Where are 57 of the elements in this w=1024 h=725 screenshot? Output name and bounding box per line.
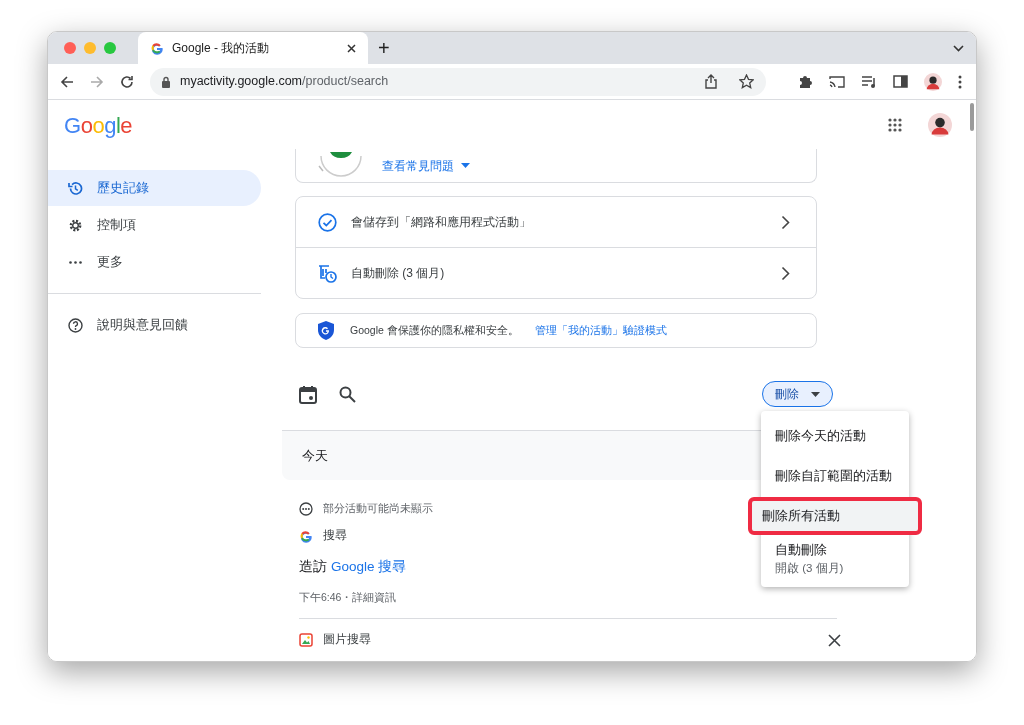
reload-icon[interactable] (120, 74, 134, 89)
chevron-down-icon[interactable] (953, 44, 964, 52)
settings-row[interactable]: 會儲存到「網路和應用程式活動」 (296, 197, 816, 247)
star-icon[interactable] (739, 74, 754, 89)
google-g-icon (299, 528, 313, 543)
close-icon[interactable] (347, 43, 356, 53)
share-icon[interactable] (705, 74, 717, 89)
notice-text: 部分活動可能尚未顯示 (323, 500, 433, 516)
apps-grid-icon[interactable] (888, 118, 902, 132)
close-icon[interactable] (828, 633, 841, 647)
day-heading: 今天 (302, 446, 328, 465)
help-icon (68, 317, 83, 333)
product-label: 圖片搜尋 (323, 632, 372, 648)
privacy-text: Google 會保護你的隱私權和安全。 (350, 322, 519, 338)
calendar-icon[interactable] (299, 384, 317, 404)
activity-link[interactable]: Google 搜尋 (331, 556, 407, 578)
media-queue-icon[interactable] (861, 75, 877, 88)
manage-link[interactable]: 管理「我的活動」驗證模式 (534, 322, 667, 339)
chevron-right-icon (781, 265, 790, 281)
history-icon (68, 180, 83, 196)
caret-icon (461, 163, 470, 168)
menu-item[interactable]: 自動刪除 開啟 (3 個月) (761, 537, 909, 581)
trash-clock-icon (317, 263, 337, 283)
more-circle-icon (299, 501, 313, 516)
faq-link[interactable]: 查看常見問題 (382, 156, 470, 175)
check-circle-icon (317, 212, 337, 232)
menu-item[interactable]: 刪除自訂範圍的活動 (761, 457, 909, 495)
account-avatar-icon[interactable] (928, 113, 952, 137)
product-label: 搜尋 (323, 527, 347, 543)
delete-button[interactable]: 刪除 (762, 381, 833, 407)
side-panel-icon[interactable] (893, 75, 908, 88)
shield-icon (318, 321, 334, 340)
chevron-right-icon (781, 214, 790, 230)
back-icon[interactable] (60, 74, 74, 89)
sidebar-item[interactable]: 歷史記錄 (48, 170, 261, 206)
google-logo[interactable]: Google (64, 108, 132, 142)
search-icon[interactable] (339, 385, 356, 403)
tab-title: Google - 我的活動 (172, 40, 271, 57)
browser-tab[interactable]: Google - 我的活動 (138, 32, 368, 64)
menu-item[interactable]: 刪除所有活動 (748, 497, 922, 535)
avatar-icon[interactable] (924, 72, 942, 91)
favicon-icon[interactable] (150, 41, 164, 55)
scrollbar-thumb[interactable] (970, 103, 974, 131)
menu-icon[interactable] (958, 74, 962, 89)
image-icon (299, 633, 313, 647)
cast-icon[interactable] (829, 74, 845, 89)
settings-row[interactable]: 自動刪除 (3 個月) (296, 248, 816, 298)
address-bar[interactable]: myactivity.google.com/product/search (150, 67, 766, 96)
new-tab-button[interactable]: + (378, 38, 390, 58)
more-icon (69, 260, 82, 264)
lock-icon[interactable] (161, 75, 171, 88)
caret-icon (811, 391, 820, 397)
menu-item[interactable]: 刪除今天的活動 (761, 417, 909, 455)
activity-title: 造訪 (299, 557, 327, 576)
puzzle-icon[interactable] (798, 74, 813, 89)
settings-icon (68, 217, 83, 233)
activity-meta: 下午6:46・詳細資訊 (299, 589, 397, 605)
